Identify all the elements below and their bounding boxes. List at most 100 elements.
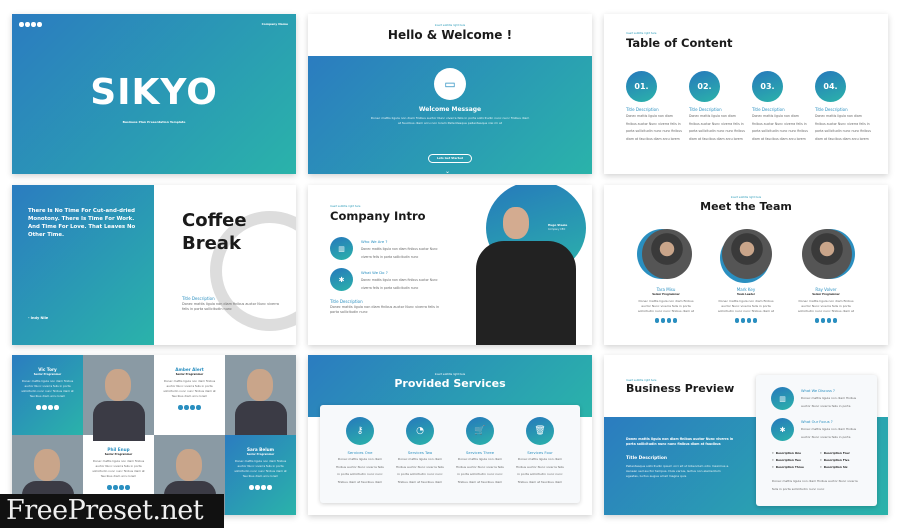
preview-lead: Donec mattis ligula non diam finibus auc…: [626, 437, 734, 446]
quote-author: - Indy Nile: [28, 316, 49, 320]
team-member: Mark Key Team Leader Donec mattis ligula…: [716, 229, 776, 323]
slide-welcome[interactable]: Insert subtitle right here Hello & Welco…: [308, 14, 592, 174]
tools-icon: ✱: [771, 418, 794, 441]
social-icons[interactable]: [249, 485, 272, 490]
desc-title: Title Description: [626, 456, 668, 461]
quote-panel: There Is No Time For Cut-and-dried Monot…: [12, 185, 154, 345]
preview-item-body: Donec mattis ligula non diam finibus auc…: [801, 427, 857, 439]
social-icons[interactable]: [734, 318, 758, 323]
member-photo: [83, 355, 154, 441]
description-bullet: • Description Two: [772, 458, 801, 462]
member-name: Tara Misu: [656, 287, 676, 292]
slide-company-intro[interactable]: Insert subtitle right here Company Intro…: [308, 185, 592, 345]
toc-title: Title Description: [815, 107, 848, 112]
member-bio: Donec mattis ligula non diam finibus auc…: [21, 379, 74, 398]
cart-icon: 🛒: [466, 417, 494, 445]
toc-number: 02.: [689, 71, 720, 102]
social-icons[interactable]: [36, 405, 59, 410]
member-name: Sara Belum: [246, 447, 274, 452]
ceo-role: Company CEO: [548, 228, 566, 231]
slide-team[interactable]: Insert subtitle right here Meet the Team…: [604, 185, 888, 345]
service-item: 🛒 Services Three Donec mattis ligula non…: [455, 417, 505, 486]
toc-body: Donec mattis ligula non diam finibus auc…: [752, 114, 808, 141]
service-name: Services Three: [465, 450, 495, 455]
intro-item-title: What We Do ?: [361, 270, 388, 275]
service-name: Services One: [347, 450, 373, 455]
building-icon: ▥: [771, 387, 794, 410]
team-member: Ray Volver Senior Programmer Donec matti…: [796, 229, 856, 323]
pie-chart-icon: ◔: [406, 417, 434, 445]
member-bio: Donec mattis ligula non diam finibus auc…: [92, 459, 145, 478]
member-photo: [225, 355, 296, 441]
welcome-body: Donec mattis ligula non diam finibus auc…: [370, 116, 530, 125]
social-icons[interactable]: [814, 318, 838, 323]
chevron-down-icon[interactable]: ⌄: [445, 168, 450, 174]
subtitle: Insert subtitle right here: [626, 32, 657, 35]
preview-card: ▥ What We Discuss ? Donec mattis ligula …: [756, 375, 877, 506]
ceo-photo-head: [503, 207, 529, 239]
description-bullet: • Description Three: [772, 465, 804, 469]
team-member: Tara Misu Senior Programmer Donec mattis…: [636, 229, 696, 323]
preview-item-title: What We Discuss ?: [801, 389, 835, 393]
desc-body: Donec mattis ligula non diam finibus auc…: [330, 305, 440, 315]
toc-number: 01.: [626, 71, 657, 102]
member-role: Senior Programmer: [246, 453, 275, 456]
intro-item: ▥ Who We Are ? Donec mattis ligula non d…: [330, 237, 450, 261]
desc-title: Title Description: [182, 296, 215, 301]
service-name: Services Four: [527, 450, 553, 455]
member-role: Senior Programmer: [812, 293, 840, 296]
preview-footer: Donec mattis ligula non diam finibus auc…: [772, 479, 858, 491]
company-name: Company Name: [261, 22, 288, 26]
slide-title: Business Preview: [626, 382, 735, 395]
member-role: Senior Programmer: [175, 373, 204, 376]
subtitle: Insert subtitle right here: [434, 373, 466, 376]
member-photo: [722, 229, 772, 279]
member-role: Senior Programmer: [33, 373, 62, 376]
cover-tagline: Business Plan Presentation Template: [122, 120, 186, 124]
subtitle: Insert subtitle right here: [434, 24, 466, 27]
service-item: ⚷ Services One Donec mattis ligula non d…: [335, 417, 385, 486]
social-icons[interactable]: [107, 485, 130, 490]
social-icons[interactable]: [178, 405, 201, 410]
subtitle: Insert subtitle right here: [730, 196, 762, 199]
toc-title: Title Description: [752, 107, 785, 112]
slide-title: Company Intro: [330, 209, 426, 223]
toc-body: Donec mattis ligula non diam finibus auc…: [815, 114, 871, 141]
trash-icon: 🗑: [526, 417, 554, 445]
slide-business-preview[interactable]: Insert subtitle right here Business Prev…: [604, 355, 888, 515]
service-body: Donec mattis ligula non diam finibus auc…: [336, 457, 384, 484]
slide-team-grid[interactable]: Vic Tory Senior Programmer Donec mattis …: [12, 355, 296, 515]
watermark: FreePreset.net: [0, 494, 224, 528]
toc-item: 02. Title Description Donec mattis ligul…: [689, 71, 745, 143]
tools-icon: ✱: [330, 268, 353, 291]
desc-title: Title Description: [330, 299, 363, 304]
slide-services[interactable]: Insert subtitle right here Provided Serv…: [308, 355, 592, 515]
member-name: Vic Tory: [38, 367, 57, 372]
social-icons[interactable]: [654, 318, 678, 323]
toc-body: Donec mattis ligula non diam finibus auc…: [626, 114, 682, 141]
member-photo: [642, 229, 692, 279]
toc-number: 04.: [815, 71, 846, 102]
slide-title: Provided Services: [394, 377, 506, 390]
slide-title: Hello & Welcome !: [387, 28, 513, 42]
intro-item-body: Donec mattis ligula non diam finibus auc…: [361, 247, 438, 259]
toc-number: 03.: [752, 71, 783, 102]
slide-cover[interactable]: Company Name SIKYO Business Plan Present…: [12, 14, 296, 174]
toc-item: 04. Title Description Donec mattis ligul…: [815, 71, 871, 143]
service-body: Donec mattis ligula non diam finibus auc…: [456, 457, 504, 484]
get-started-button[interactable]: Lets Get Started: [428, 154, 472, 163]
member-card: Vic Tory Senior Programmer Donec mattis …: [12, 355, 83, 435]
desc-body: Pellentesque sollicitudin ipsum orci sit…: [626, 464, 730, 478]
slide-toc[interactable]: Insert subtitle right here Table of Cont…: [604, 14, 888, 174]
key-icon: ⚷: [346, 417, 374, 445]
cover-title: SIKYO: [90, 72, 218, 113]
description-bullet: • Description Four: [820, 451, 850, 455]
toc-title: Title Description: [689, 107, 722, 112]
service-item: 🗑 Services Four Donec mattis ligula non …: [515, 417, 565, 486]
welcome-heading: Welcome Message: [418, 106, 482, 113]
slide-coffee-break[interactable]: There Is No Time For Cut-and-dried Monot…: [12, 185, 296, 345]
member-role: Senior Programmer: [104, 453, 133, 456]
member-name: Ray Volver: [815, 287, 837, 292]
member-bio: Donec mattis ligula non diam finibus auc…: [797, 299, 855, 315]
social-icons: [19, 22, 42, 27]
